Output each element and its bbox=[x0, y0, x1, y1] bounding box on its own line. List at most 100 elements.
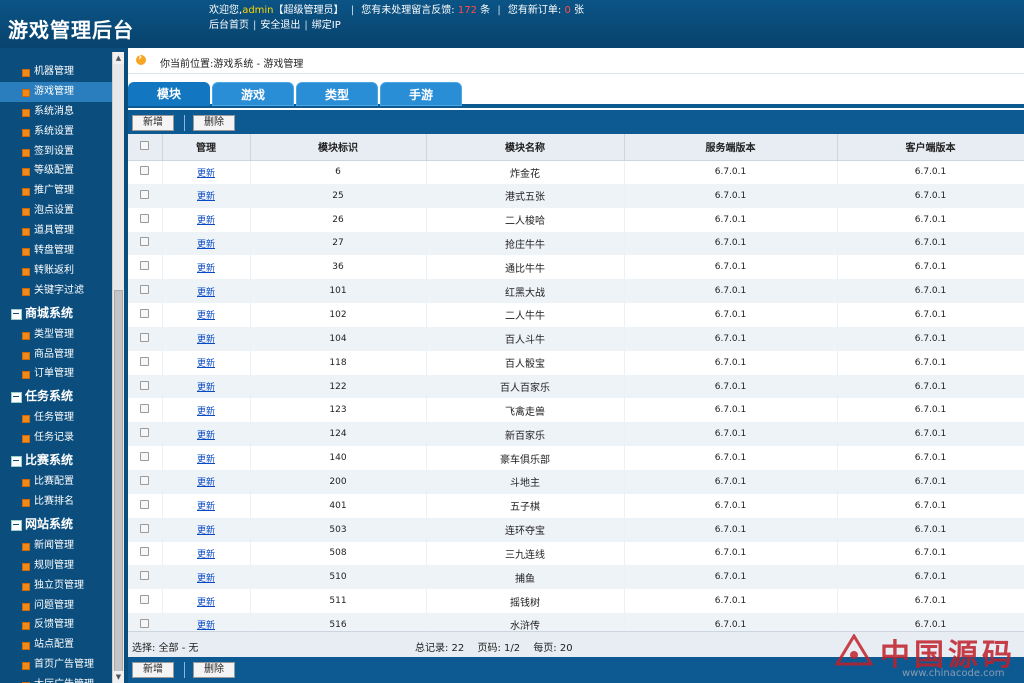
row-checkbox[interactable] bbox=[140, 499, 150, 509]
update-link[interactable]: 更新 bbox=[197, 621, 215, 631]
sidebar-item[interactable]: 等级配置 bbox=[0, 161, 112, 181]
scroll-up-icon[interactable]: ▲ bbox=[113, 52, 124, 64]
update-link[interactable]: 更新 bbox=[197, 264, 215, 274]
row-select-cell[interactable] bbox=[128, 493, 163, 518]
row-checkbox[interactable] bbox=[140, 595, 150, 605]
row-select-cell[interactable] bbox=[128, 326, 163, 351]
sidebar-item[interactable]: 机器管理 bbox=[0, 62, 112, 82]
row-checkbox[interactable] bbox=[140, 404, 150, 414]
sidebar-scrollbar[interactable]: ▲ ▼ bbox=[112, 52, 124, 683]
sidebar-item[interactable]: 任务记录 bbox=[0, 428, 112, 448]
sidebar-item[interactable]: 规则管理 bbox=[0, 556, 112, 576]
update-link[interactable]: 更新 bbox=[197, 478, 215, 488]
sidebar-item[interactable]: 任务管理 bbox=[0, 408, 112, 428]
sidebar-item[interactable]: 签到设置 bbox=[0, 142, 112, 162]
sidebar-item[interactable]: 游戏管理 bbox=[0, 81, 112, 102]
update-link[interactable]: 更新 bbox=[197, 240, 215, 250]
row-checkbox[interactable] bbox=[140, 475, 150, 485]
update-link[interactable]: 更新 bbox=[197, 192, 215, 202]
sidebar-item[interactable]: 推广管理 bbox=[0, 181, 112, 201]
sidebar-item[interactable]: 系统消息 bbox=[0, 102, 112, 122]
row-checkbox[interactable] bbox=[140, 261, 150, 271]
sidebar-item[interactable]: 泡点设置 bbox=[0, 201, 112, 221]
sidebar-item[interactable]: 新闻管理 bbox=[0, 536, 112, 556]
row-select-cell[interactable] bbox=[128, 207, 163, 232]
update-link[interactable]: 更新 bbox=[197, 431, 215, 441]
row-checkbox[interactable] bbox=[140, 380, 150, 390]
row-checkbox[interactable] bbox=[140, 285, 150, 295]
select-none-link[interactable]: 无 bbox=[189, 643, 199, 654]
update-link[interactable]: 更新 bbox=[197, 383, 215, 393]
update-link[interactable]: 更新 bbox=[197, 407, 215, 417]
update-link[interactable]: 更新 bbox=[197, 598, 215, 608]
update-link[interactable]: 更新 bbox=[197, 574, 215, 584]
row-checkbox[interactable] bbox=[140, 428, 150, 438]
tab-types[interactable]: 类型 bbox=[296, 82, 378, 106]
tab-mobile-games[interactable]: 手游 bbox=[380, 82, 462, 106]
row-checkbox[interactable] bbox=[140, 332, 150, 342]
add-button[interactable]: 新增 bbox=[132, 115, 174, 131]
sidebar-item[interactable]: 独立页管理 bbox=[0, 576, 112, 596]
sidebar-category[interactable]: 比赛系统 bbox=[0, 448, 112, 472]
row-select-cell[interactable] bbox=[128, 374, 163, 399]
scroll-down-icon[interactable]: ▼ bbox=[113, 671, 124, 683]
row-select-cell[interactable] bbox=[128, 279, 163, 304]
row-checkbox[interactable] bbox=[140, 523, 150, 533]
row-checkbox[interactable] bbox=[140, 189, 150, 199]
row-select-cell[interactable] bbox=[128, 303, 163, 327]
row-select-cell[interactable] bbox=[128, 398, 163, 423]
row-select-cell[interactable] bbox=[128, 541, 163, 566]
row-select-cell[interactable] bbox=[128, 183, 163, 208]
update-link[interactable]: 更新 bbox=[197, 335, 215, 345]
sidebar-category[interactable]: 网站系统 bbox=[0, 512, 112, 536]
sidebar-category[interactable]: 商城系统 bbox=[0, 301, 112, 325]
tab-modules[interactable]: 模块 bbox=[128, 82, 210, 106]
select-all-link[interactable]: 全部 bbox=[159, 643, 179, 654]
update-link[interactable]: 更新 bbox=[197, 455, 215, 465]
update-link[interactable]: 更新 bbox=[197, 502, 215, 512]
update-link[interactable]: 更新 bbox=[197, 288, 215, 298]
sidebar-item[interactable]: 大厅广告管理 bbox=[0, 675, 112, 683]
row-checkbox[interactable] bbox=[140, 571, 150, 581]
row-checkbox[interactable] bbox=[140, 213, 150, 223]
feedback-count[interactable]: 172 bbox=[458, 5, 477, 16]
row-select-cell[interactable] bbox=[128, 422, 163, 447]
row-checkbox[interactable] bbox=[140, 166, 150, 176]
delete-button[interactable]: 删除 bbox=[193, 115, 235, 131]
home-link[interactable]: 后台首页 bbox=[209, 20, 249, 31]
row-checkbox[interactable] bbox=[140, 547, 150, 557]
row-select-cell[interactable] bbox=[128, 255, 163, 280]
sidebar-item[interactable]: 道具管理 bbox=[0, 221, 112, 241]
sidebar-item[interactable]: 问题管理 bbox=[0, 596, 112, 616]
select-all-checkbox[interactable] bbox=[140, 140, 150, 150]
update-link[interactable]: 更新 bbox=[197, 550, 215, 560]
sidebar-item[interactable]: 反馈管理 bbox=[0, 615, 112, 635]
row-select-cell[interactable] bbox=[128, 160, 163, 184]
sidebar-item[interactable]: 关键字过滤 bbox=[0, 281, 112, 301]
tab-games[interactable]: 游戏 bbox=[212, 82, 294, 106]
select-all-header[interactable] bbox=[128, 134, 163, 161]
row-checkbox[interactable] bbox=[140, 308, 150, 318]
row-select-cell[interactable] bbox=[128, 589, 163, 614]
update-link[interactable]: 更新 bbox=[197, 311, 215, 321]
row-select-cell[interactable] bbox=[128, 469, 163, 494]
update-link[interactable]: 更新 bbox=[197, 216, 215, 226]
sidebar-item[interactable]: 比赛排名 bbox=[0, 492, 112, 512]
sidebar-item[interactable]: 类型管理 bbox=[0, 325, 112, 345]
sidebar-item[interactable]: 比赛配置 bbox=[0, 472, 112, 492]
update-link[interactable]: 更新 bbox=[197, 526, 215, 536]
logout-link[interactable]: 安全退出 bbox=[260, 20, 300, 31]
row-select-cell[interactable] bbox=[128, 565, 163, 590]
row-checkbox[interactable] bbox=[140, 618, 150, 628]
delete-button-bottom[interactable]: 删除 bbox=[193, 662, 235, 678]
order-count[interactable]: 0 bbox=[564, 5, 570, 16]
sidebar-item[interactable]: 站点配置 bbox=[0, 635, 112, 655]
row-select-cell[interactable] bbox=[128, 231, 163, 256]
row-select-cell[interactable] bbox=[128, 446, 163, 470]
add-button-bottom[interactable]: 新增 bbox=[132, 662, 174, 678]
row-checkbox[interactable] bbox=[140, 356, 150, 366]
row-checkbox[interactable] bbox=[140, 237, 150, 247]
sidebar-category[interactable]: 任务系统 bbox=[0, 384, 112, 408]
update-link[interactable]: 更新 bbox=[197, 359, 215, 369]
row-select-cell[interactable] bbox=[128, 350, 163, 375]
